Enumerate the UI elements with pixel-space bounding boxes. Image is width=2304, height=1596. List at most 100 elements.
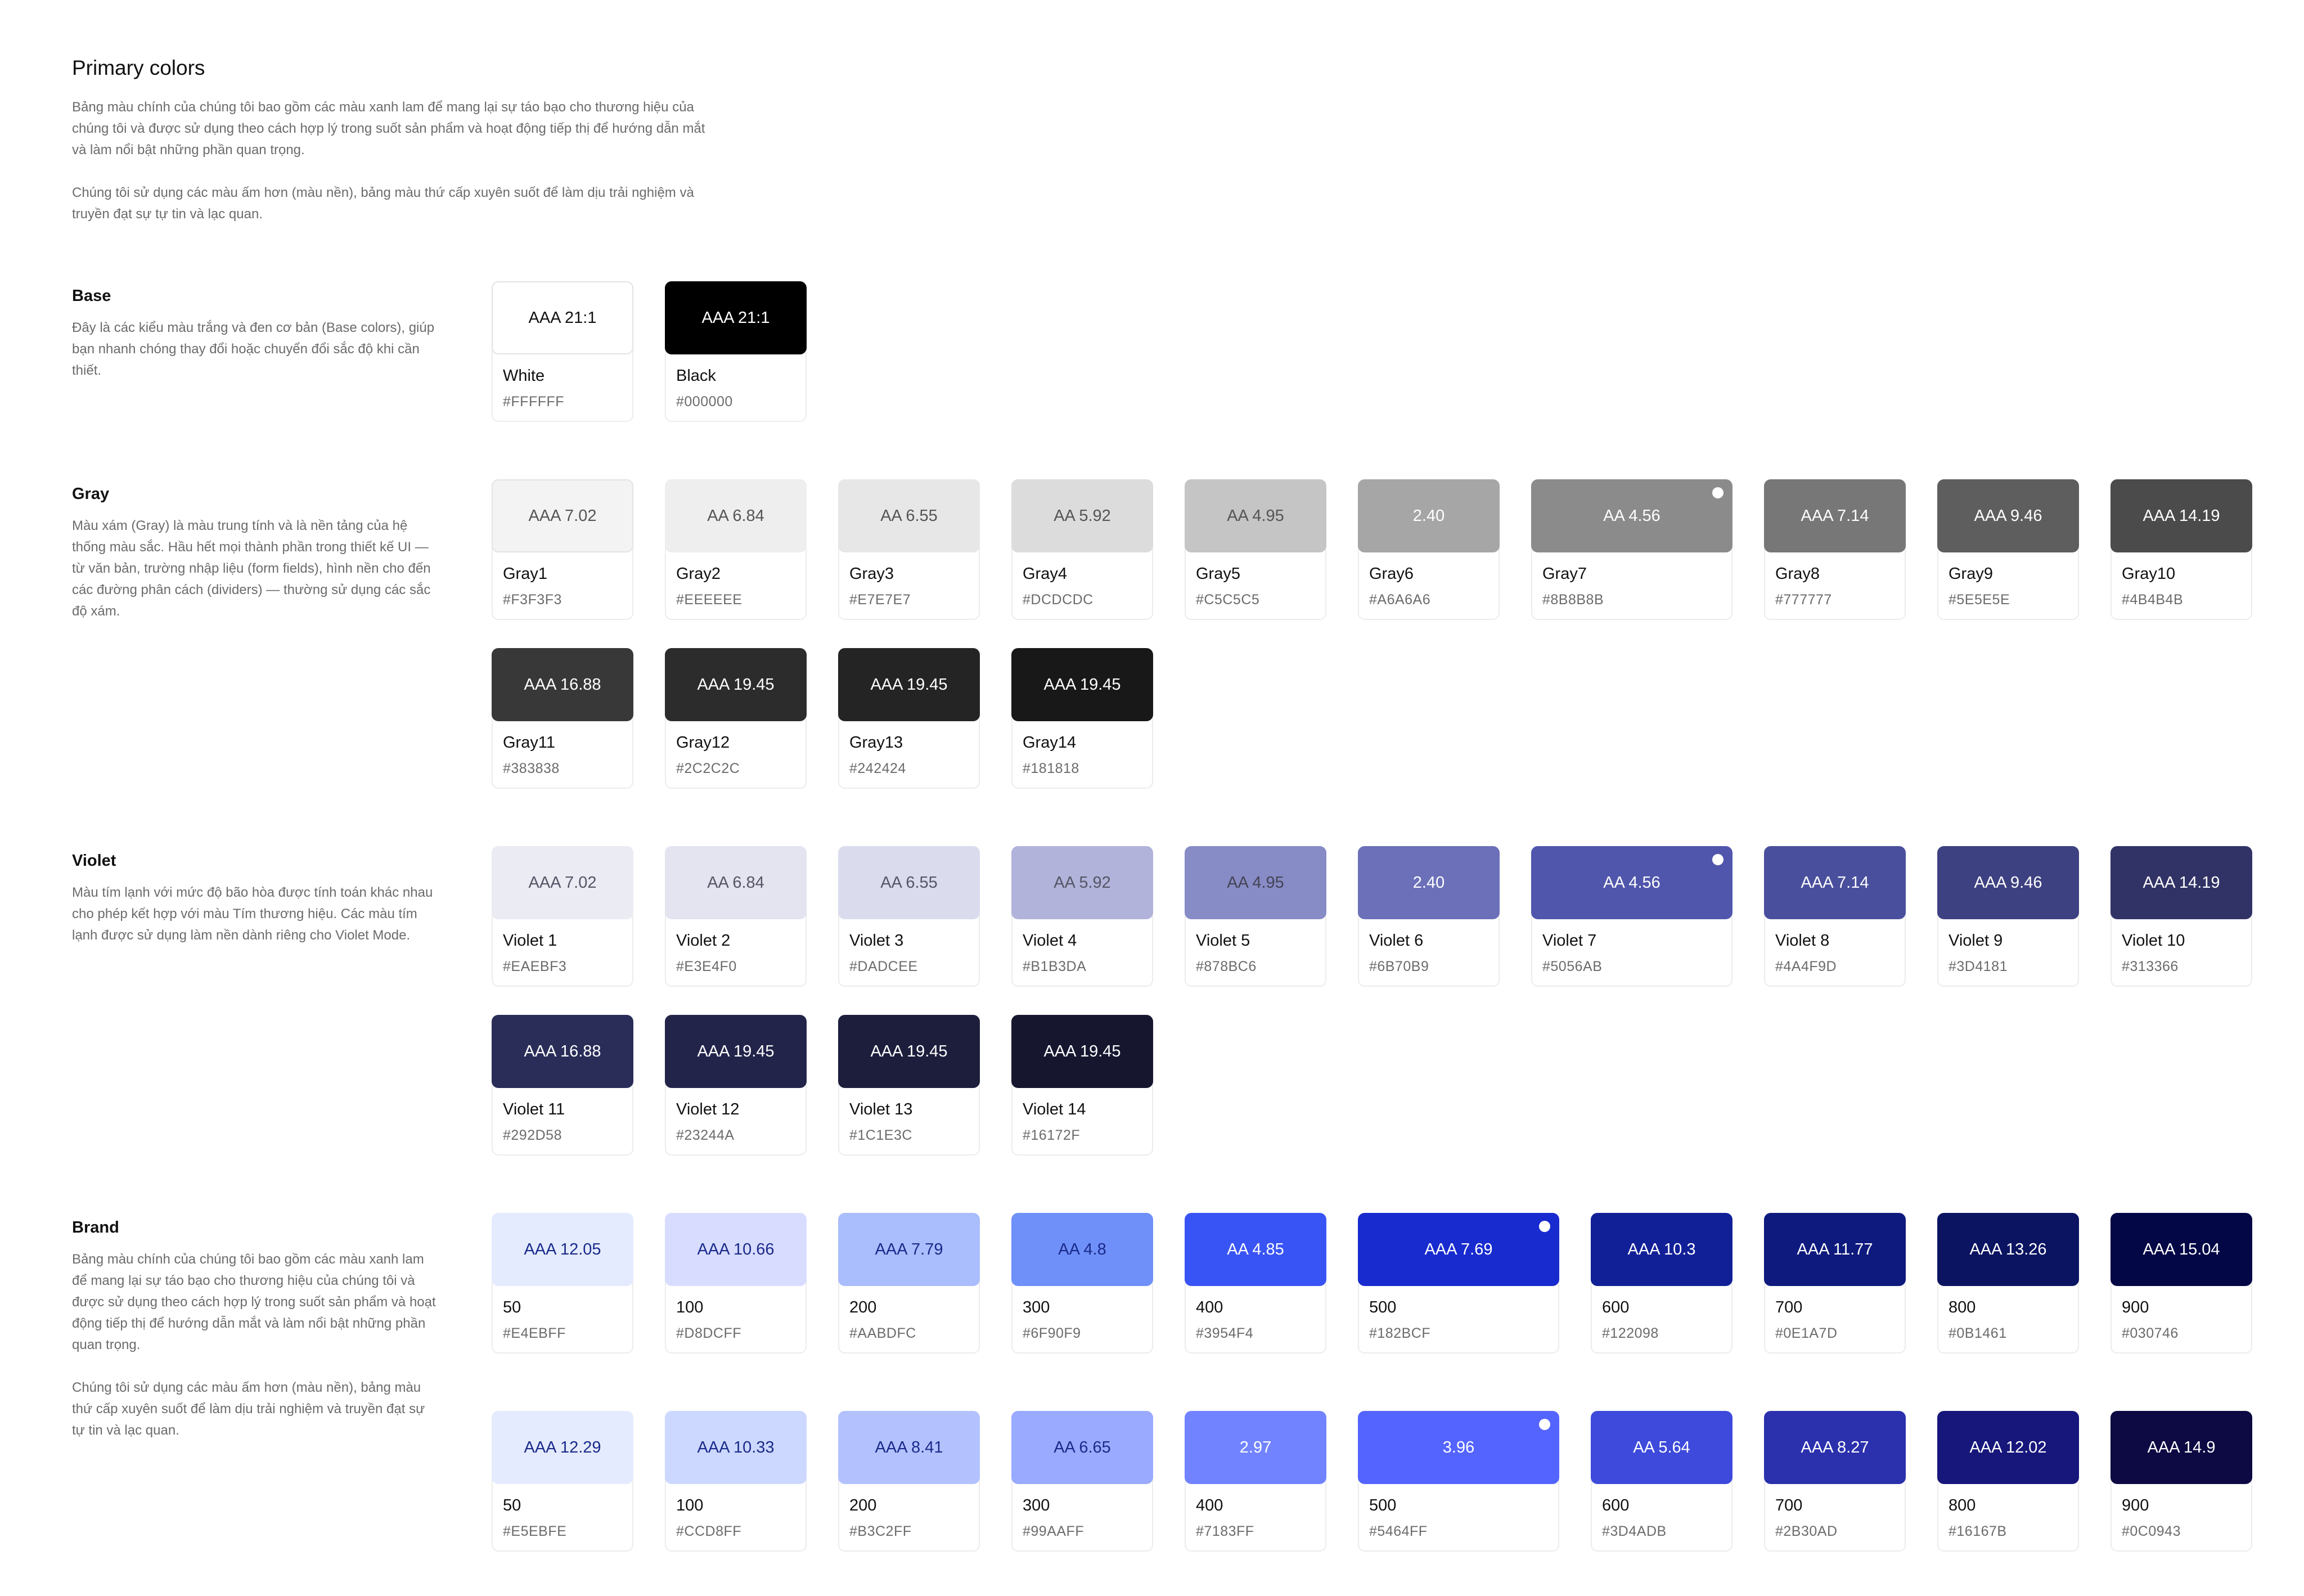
color-chip[interactable]: AAA 10.3 — [1591, 1213, 1732, 1286]
color-chip[interactable]: AAA 19.45 — [665, 648, 807, 721]
color-chip[interactable]: AAA 13.26 — [1937, 1213, 2079, 1286]
color-swatch-card[interactable]: 2.40 Violet 6 #6B70B9 — [1358, 846, 1500, 987]
color-swatch-card[interactable]: AA 6.65 300 #99AAFF — [1011, 1411, 1153, 1552]
color-chip[interactable]: AAA 19.45 — [1011, 648, 1153, 721]
color-chip[interactable]: AAA 19.45 — [1011, 1015, 1153, 1088]
color-chip[interactable]: AA 6.55 — [838, 846, 980, 919]
color-chip[interactable]: AAA 7.14 — [1764, 479, 1906, 552]
color-chip[interactable]: AA 4.8 — [1011, 1213, 1153, 1286]
color-swatch-card[interactable]: AA 4.56 Gray7 #8B8B8B — [1531, 479, 1732, 620]
color-chip[interactable]: AAA 9.46 — [1937, 846, 2079, 919]
color-swatch-card[interactable]: AAA 7.14 Gray8 #777777 — [1764, 479, 1906, 620]
color-swatch-card[interactable]: AAA 9.46 Gray9 #5E5E5E — [1937, 479, 2079, 620]
color-swatch-card[interactable]: AAA 19.45 Violet 12 #23244A — [665, 1015, 807, 1156]
color-chip[interactable]: AA 5.64 — [1591, 1411, 1732, 1484]
color-swatch-card[interactable]: AA 4.95 Violet 5 #878BC6 — [1185, 846, 1326, 987]
color-swatch-card[interactable]: AAA 7.02 Gray1 #F3F3F3 — [492, 479, 633, 620]
color-swatch-card[interactable]: AAA 14.19 Gray10 #4B4B4B — [2110, 479, 2252, 620]
color-chip[interactable]: AAA 12.29 — [492, 1411, 633, 1484]
color-chip[interactable]: AA 4.56 — [1531, 479, 1732, 552]
color-swatch-card[interactable]: AAA 15.04 900 #030746 — [2110, 1213, 2252, 1354]
color-swatch-card[interactable]: AAA 8.41 200 #B3C2FF — [838, 1411, 980, 1552]
color-chip[interactable]: AAA 8.27 — [1764, 1411, 1906, 1484]
color-swatch-card[interactable]: AAA 11.77 700 #0E1A7D — [1764, 1213, 1906, 1354]
color-chip[interactable]: AAA 8.41 — [838, 1411, 980, 1484]
color-chip[interactable]: AA 4.95 — [1185, 479, 1326, 552]
color-chip[interactable]: AAA 21:1 — [492, 281, 633, 354]
color-swatch-card[interactable]: AAA 16.88 Violet 11 #292D58 — [492, 1015, 633, 1156]
color-swatch-card[interactable]: AAA 16.88 Gray11 #383838 — [492, 648, 633, 789]
color-chip[interactable]: AAA 7.79 — [838, 1213, 980, 1286]
color-swatch-card[interactable]: 3.96 500 #5464FF — [1358, 1411, 1559, 1552]
color-chip[interactable]: AAA 14.9 — [2110, 1411, 2252, 1484]
color-chip[interactable]: AA 6.65 — [1011, 1411, 1153, 1484]
color-swatch-card[interactable]: 2.40 Gray6 #A6A6A6 — [1358, 479, 1500, 620]
color-swatch-card[interactable]: AAA 7.14 Violet 8 #4A4F9D — [1764, 846, 1906, 987]
color-swatch-card[interactable]: AAA 10.33 100 #CCD8FF — [665, 1411, 807, 1552]
color-chip[interactable]: AAA 7.02 — [492, 479, 633, 552]
color-chip[interactable]: AAA 7.14 — [1764, 846, 1906, 919]
color-swatch-card[interactable]: 2.97 400 #7183FF — [1185, 1411, 1326, 1552]
color-chip[interactable]: AAA 14.19 — [2110, 846, 2252, 919]
color-swatch-card[interactable]: AA 6.55 Gray3 #E7E7E7 — [838, 479, 980, 620]
color-swatch-card[interactable]: AA 5.92 Gray4 #DCDCDC — [1011, 479, 1153, 620]
color-chip[interactable]: AAA 10.66 — [665, 1213, 807, 1286]
color-swatch-card[interactable]: AAA 9.46 Violet 9 #3D4181 — [1937, 846, 2079, 987]
color-chip[interactable]: 2.40 — [1358, 846, 1500, 919]
color-swatch-card[interactable]: AA 6.84 Gray2 #EEEEEE — [665, 479, 807, 620]
color-chip[interactable]: AAA 9.46 — [1937, 479, 2079, 552]
color-chip[interactable]: AAA 11.77 — [1764, 1213, 1906, 1286]
color-swatch-card[interactable]: AAA 7.69 500 #182BCF — [1358, 1213, 1559, 1354]
color-chip[interactable]: 2.97 — [1185, 1411, 1326, 1484]
color-swatch-card[interactable]: AA 4.56 Violet 7 #5056AB — [1531, 846, 1732, 987]
color-chip[interactable]: AAA 10.33 — [665, 1411, 807, 1484]
color-chip[interactable]: AA 6.84 — [665, 479, 807, 552]
color-swatch-card[interactable]: AAA 19.45 Gray13 #242424 — [838, 648, 980, 789]
color-swatch-card[interactable]: AA 4.8 300 #6F90F9 — [1011, 1213, 1153, 1354]
color-chip[interactable]: 2.40 — [1358, 479, 1500, 552]
color-chip[interactable]: AAA 7.69 — [1358, 1213, 1559, 1286]
color-chip[interactable]: AAA 12.02 — [1937, 1411, 2079, 1484]
color-swatch-card[interactable]: AAA 21:1 White #FFFFFF — [492, 281, 633, 422]
color-chip[interactable]: AA 4.56 — [1531, 846, 1732, 919]
color-swatch-card[interactable]: AAA 19.45 Violet 13 #1C1E3C — [838, 1015, 980, 1156]
color-chip[interactable]: AA 5.92 — [1011, 846, 1153, 919]
color-chip[interactable]: AAA 21:1 — [665, 281, 807, 354]
color-swatch-card[interactable]: AAA 10.66 100 #D8DCFF — [665, 1213, 807, 1354]
color-chip[interactable]: AA 5.92 — [1011, 479, 1153, 552]
color-swatch-card[interactable]: AAA 12.05 50 #E4EBFF — [492, 1213, 633, 1354]
color-swatch-card[interactable]: AAA 19.45 Gray14 #181818 — [1011, 648, 1153, 789]
color-chip[interactable]: AAA 16.88 — [492, 1015, 633, 1088]
color-swatch-card[interactable]: AA 5.92 Violet 4 #B1B3DA — [1011, 846, 1153, 987]
color-swatch-card[interactable]: AA 5.64 600 #3D4ADB — [1591, 1411, 1732, 1552]
color-chip[interactable]: AAA 19.45 — [838, 648, 980, 721]
color-chip[interactable]: 3.96 — [1358, 1411, 1559, 1484]
color-swatch-card[interactable]: AAA 7.02 Violet 1 #EAEBF3 — [492, 846, 633, 987]
color-swatch-card[interactable]: AA 6.84 Violet 2 #E3E4F0 — [665, 846, 807, 987]
color-chip[interactable]: AA 6.84 — [665, 846, 807, 919]
color-chip[interactable]: AAA 19.45 — [838, 1015, 980, 1088]
color-swatch-card[interactable]: AAA 14.19 Violet 10 #313366 — [2110, 846, 2252, 987]
color-chip[interactable]: AAA 7.02 — [492, 846, 633, 919]
color-chip[interactable]: AAA 14.19 — [2110, 479, 2252, 552]
color-swatch-card[interactable]: AAA 12.02 800 #16167B — [1937, 1411, 2079, 1552]
color-swatch-card[interactable]: AAA 21:1 Black #000000 — [665, 281, 807, 422]
color-chip[interactable]: AA 6.55 — [838, 479, 980, 552]
color-chip[interactable]: AAA 16.88 — [492, 648, 633, 721]
color-swatch-card[interactable]: AAA 19.45 Violet 14 #16172F — [1011, 1015, 1153, 1156]
color-swatch-card[interactable]: AAA 10.3 600 #122098 — [1591, 1213, 1732, 1354]
color-chip[interactable]: AA 4.95 — [1185, 846, 1326, 919]
color-chip[interactable]: AAA 19.45 — [665, 1015, 807, 1088]
color-swatch-card[interactable]: AA 4.85 400 #3954F4 — [1185, 1213, 1326, 1354]
color-swatch-card[interactable]: AA 4.95 Gray5 #C5C5C5 — [1185, 479, 1326, 620]
color-swatch-card[interactable]: AA 6.55 Violet 3 #DADCEE — [838, 846, 980, 987]
color-chip[interactable]: AAA 12.05 — [492, 1213, 633, 1286]
color-swatch-card[interactable]: AAA 7.79 200 #AABDFC — [838, 1213, 980, 1354]
color-swatch-card[interactable]: AAA 8.27 700 #2B30AD — [1764, 1411, 1906, 1552]
color-swatch-card[interactable]: AAA 14.9 900 #0C0943 — [2110, 1411, 2252, 1552]
color-chip[interactable]: AAA 15.04 — [2110, 1213, 2252, 1286]
color-chip[interactable]: AA 4.85 — [1185, 1213, 1326, 1286]
color-swatch-card[interactable]: AAA 13.26 800 #0B1461 — [1937, 1213, 2079, 1354]
color-swatch-card[interactable]: AAA 19.45 Gray12 #2C2C2C — [665, 648, 807, 789]
color-swatch-card[interactable]: AAA 12.29 50 #E5EBFE — [492, 1411, 633, 1552]
